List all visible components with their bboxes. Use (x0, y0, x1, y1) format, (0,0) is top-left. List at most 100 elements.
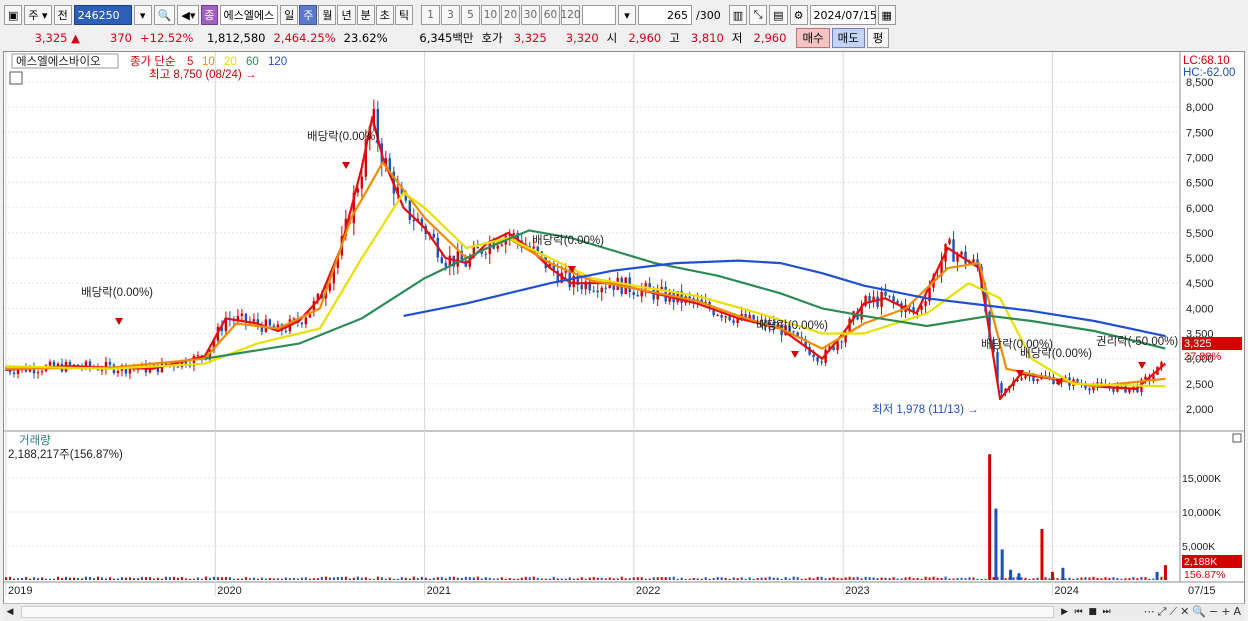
volume-bar (428, 578, 431, 580)
chart-background (4, 52, 1244, 603)
chart-scrollbar[interactable]: ◀ ▶ ⏮ ■ ⏭ ⋯ ⤢ ⟋ ✕ 🔍 − + A (3, 603, 1245, 619)
volume-bar (56, 576, 59, 580)
volume-bar (1004, 578, 1007, 580)
volume-bar (1120, 578, 1123, 580)
count-input[interactable]: 265 (637, 5, 692, 25)
volume-bar (572, 578, 575, 580)
period-tab-4[interactable]: 분 (356, 5, 375, 25)
text-icon[interactable]: A (1233, 605, 1241, 619)
volume-bar (884, 577, 887, 580)
chart-area[interactable]: 8,500 8,000 7,500 7,000 6,500 6,000 5,500 5,000… (3, 51, 1245, 604)
prev-button[interactable]: 전 (53, 5, 72, 25)
sell-button[interactable]: 매도 (831, 28, 865, 48)
fib-icon[interactable]: ⟋ (1169, 605, 1177, 619)
buy-button[interactable]: 매수 (796, 28, 830, 48)
time-tick-label: 2024 (1054, 585, 1078, 597)
volume-bar (940, 578, 943, 580)
fast-forward-icon[interactable]: ⏭ (1100, 605, 1114, 619)
interval-input[interactable] (581, 5, 616, 25)
interval-btn-30[interactable]: 30 (520, 5, 540, 25)
volume-bar (264, 578, 267, 580)
ex-dividend-label: 배당락(0.00%) (307, 130, 379, 143)
code-dropdown-icon[interactable]: ▾ (133, 5, 152, 25)
eval-button[interactable]: 평 (866, 28, 890, 48)
interval-dropdown-icon[interactable]: ▾ (617, 5, 636, 25)
volume-bar (136, 578, 139, 580)
gear-icon[interactable]: ⚙ (789, 5, 808, 25)
candle-body (888, 295, 891, 297)
cross-icon[interactable]: ✕ (1180, 605, 1189, 619)
search-icon[interactable]: 🔍 (153, 5, 176, 25)
period-tab-0[interactable]: 일 (280, 5, 299, 25)
minus-icon[interactable]: − (1209, 605, 1218, 619)
line-tool-icon[interactable]: ⤡ (749, 5, 768, 25)
trade-volume: 1,812,580 (206, 31, 266, 45)
volume-bar (104, 578, 107, 580)
plus-icon[interactable]: + (1221, 605, 1230, 619)
volume-bar (36, 578, 39, 580)
time-tick-label: 2023 (845, 585, 869, 597)
window-icon[interactable]: ▣ (4, 5, 23, 25)
period-tab-3[interactable]: 년 (337, 5, 356, 25)
trendline-icon[interactable]: ⤢ (1158, 605, 1167, 619)
volume-bar (472, 577, 475, 580)
volume-bar (764, 577, 767, 580)
calendar-icon[interactable]: ▦ (877, 5, 896, 25)
candle-body (1024, 376, 1027, 379)
stock-code-input[interactable]: 246250 (73, 5, 132, 25)
volume-bar (872, 577, 875, 580)
scroll-right-icon[interactable]: ▶ (1058, 605, 1072, 619)
price-chart[interactable]: 8,5008,0007,5007,0006,5006,0005,5005,000… (4, 52, 1244, 603)
volume-bar (492, 578, 495, 580)
scroll-left-icon[interactable]: ◀ (3, 605, 17, 619)
price-tick-label: 7,500 (1186, 127, 1214, 139)
scroll-track[interactable] (21, 605, 1054, 618)
volume-bar (972, 577, 975, 580)
volume-tick-label: 10,000K (1182, 507, 1221, 519)
volume-bar (760, 577, 763, 580)
stop-icon[interactable]: ■ (1086, 605, 1100, 619)
interval-btn-120[interactable]: 120 (560, 5, 581, 25)
volume-bar (1072, 578, 1075, 580)
volume-bar (268, 577, 271, 580)
high-annotation: 최고 8,750 (08/24) → (149, 68, 256, 81)
volume-bar (496, 578, 499, 580)
interval-btn-5[interactable]: 5 (460, 5, 480, 25)
volume-bar (112, 578, 115, 580)
interval-btn-1[interactable]: 1 (420, 5, 440, 25)
candle-body (636, 294, 639, 297)
period-tab-5[interactable]: 초 (375, 5, 394, 25)
interval-btn-10[interactable]: 10 (480, 5, 500, 25)
speaker-icon[interactable]: ◀▾ (177, 5, 200, 25)
market-type-select[interactable]: 주 ▾ (24, 5, 52, 25)
volume-bar (580, 577, 583, 580)
candle-body (732, 320, 735, 323)
candle-icon[interactable]: ▥ (728, 5, 748, 25)
volume-bar (52, 578, 55, 580)
volume-bar (244, 577, 247, 580)
volume-bar (316, 578, 319, 580)
volume-bar (1068, 577, 1071, 580)
interval-btn-60[interactable]: 60 (540, 5, 560, 25)
volume-bar (32, 577, 35, 580)
candle-body (12, 372, 16, 375)
date-input[interactable]: 2024/07/15 (809, 5, 877, 25)
volume-bar (488, 577, 491, 580)
candle-body (304, 317, 308, 325)
pane-close-icon (1232, 433, 1242, 443)
zoom-icon[interactable]: 🔍 (1192, 605, 1206, 619)
candle-body (972, 259, 975, 263)
interval-btn-20[interactable]: 20 (500, 5, 520, 25)
period-tab-6[interactable]: 틱 (394, 5, 413, 25)
volume-bar (1020, 577, 1023, 580)
drawing-tool-icon[interactable]: ⋯ (1144, 605, 1155, 619)
volume-bar (780, 578, 783, 580)
interval-btn-3[interactable]: 3 (440, 5, 460, 25)
period-tab-2[interactable]: 월 (318, 5, 337, 25)
volume-bar (248, 578, 251, 580)
rewind-icon[interactable]: ⏮ (1072, 605, 1086, 619)
lc-label: LC:68.10 (1183, 55, 1230, 67)
period-tab-1[interactable]: 주 (299, 5, 318, 25)
save-icon[interactable]: ▤ (769, 5, 788, 25)
volume-spike-bar (1155, 571, 1159, 580)
